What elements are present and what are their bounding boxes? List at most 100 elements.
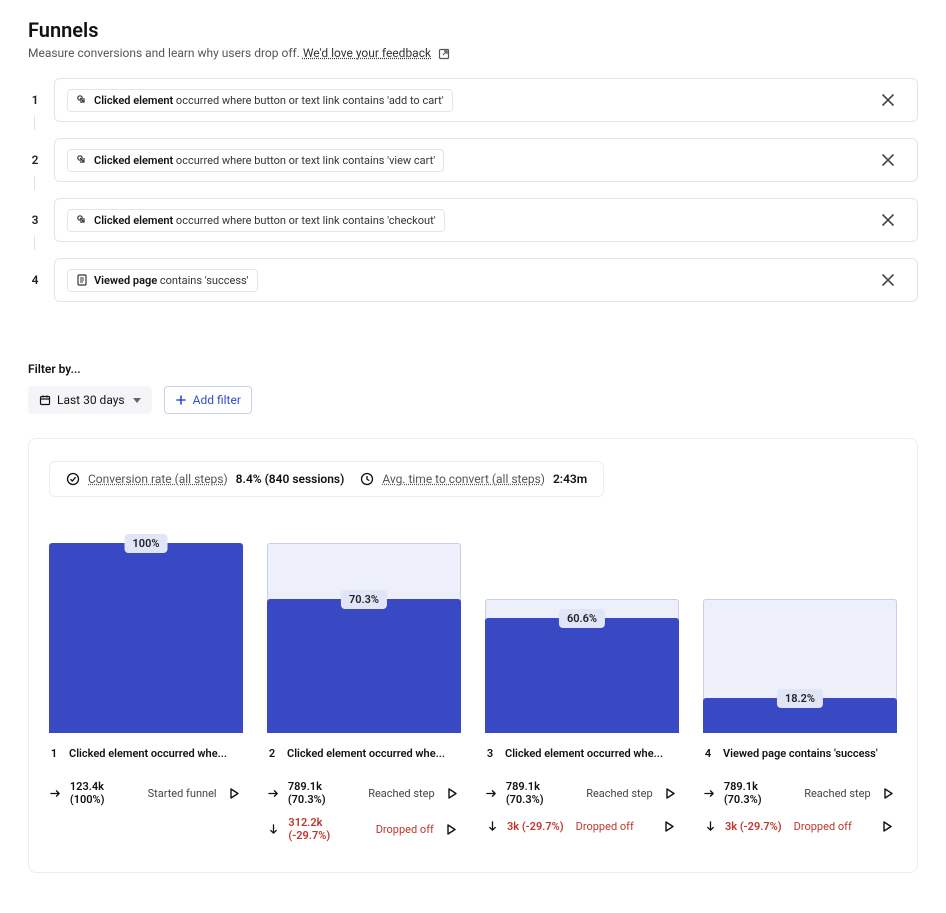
step-event-text: Clicked element occurred where button or… <box>94 214 436 227</box>
reached-label: Reached step <box>804 787 870 800</box>
arrow-right-icon <box>485 788 498 799</box>
step-connector <box>34 236 35 250</box>
bar-fill <box>485 618 679 733</box>
feedback-link[interactable]: We'd love your feedback <box>303 46 431 60</box>
bar-percent-badge: 60.6% <box>559 609 605 628</box>
date-range-label: Last 30 days <box>57 393 125 407</box>
chart-step-number: 1 <box>49 747 59 760</box>
click-icon <box>76 94 88 106</box>
play-sessions-button[interactable] <box>225 783 243 803</box>
caret-down-icon <box>133 398 141 403</box>
bar-area: 60.6% <box>485 543 679 733</box>
reached-value: 789.1k (70.3%) <box>506 780 574 806</box>
chart-step-column: 60.6% 3Clicked element occurred whe... 789… <box>485 543 679 842</box>
bar-area: 100% <box>49 543 243 733</box>
remove-step-button[interactable] <box>875 267 901 293</box>
arrow-right-icon <box>49 788 62 799</box>
play-sessions-button[interactable] <box>442 819 461 839</box>
close-icon <box>882 274 894 286</box>
step-event-text: Viewed page contains 'success' <box>94 274 249 287</box>
arrow-right-icon <box>703 788 716 799</box>
play-sessions-button[interactable] <box>659 816 679 836</box>
close-icon <box>882 94 894 106</box>
dropoff-metric-row: 3k (-29.7%)Dropped off <box>703 816 897 836</box>
click-icon <box>76 214 88 226</box>
funnel-steps-list: 1 Clicked element occurred where button o… <box>28 78 918 302</box>
close-icon <box>882 214 894 226</box>
step-event-chip[interactable]: Clicked element occurred where button or… <box>67 209 445 232</box>
conversion-rate-label: Conversion rate (all steps) <box>88 472 228 486</box>
subtitle-text: Measure conversions and learn why users … <box>28 46 300 60</box>
calendar-icon <box>39 394 51 406</box>
chart-step-label: Viewed page contains 'success' <box>723 747 878 760</box>
chart-step-label: Clicked element occurred whe... <box>505 747 663 760</box>
chart-step-column: 70.3% 2 Clicked element occurred whe... 789… <box>267 543 461 842</box>
funnel-step-card[interactable]: Viewed page contains 'success' <box>54 258 918 302</box>
arrow-right-icon <box>267 788 280 799</box>
play-sessions-button[interactable] <box>877 816 897 836</box>
play-icon <box>663 820 675 832</box>
step-event-chip[interactable]: Viewed page contains 'success' <box>67 269 258 292</box>
play-icon <box>228 787 240 799</box>
funnel-step-card[interactable]: Clicked element occurred where button or… <box>54 138 918 182</box>
avg-time-value: 2:43m <box>553 472 587 486</box>
reached-value: 789.1k (70.3%) <box>288 780 356 806</box>
chart-step-title: 3Clicked element occurred whe... <box>485 747 679 760</box>
page-subtitle: Measure conversions and learn why users … <box>28 46 918 60</box>
add-filter-button[interactable]: Add filter <box>164 386 252 414</box>
summary-stats: Conversion rate (all steps) 8.4% (840 se… <box>49 461 604 497</box>
chart-step-label: Clicked element occurred whe... <box>69 747 227 760</box>
close-icon <box>882 154 894 166</box>
funnel-chart: 100% 1 Clicked element occurred whe... 123.… <box>49 543 897 842</box>
step-number: 2 <box>28 153 42 167</box>
dropoff-metric-row: 3k (-29.7%)Dropped off <box>485 816 679 836</box>
play-icon <box>881 820 893 832</box>
chart-step-label: Clicked element occurred whe... <box>287 747 445 760</box>
chart-step-number: 4 <box>703 747 713 760</box>
bar-percent-badge: 18.2% <box>777 689 823 708</box>
chart-step-column: 100% 1 Clicked element occurred whe... 123.… <box>49 543 243 842</box>
arrow-down-icon <box>485 821 499 832</box>
dropoff-label: Dropped off <box>376 823 434 836</box>
step-number: 3 <box>28 213 42 227</box>
step-event-chip[interactable]: Clicked element occurred where button or… <box>67 149 444 172</box>
add-filter-label: Add filter <box>193 393 241 407</box>
reached-value: 123.4k (100%) <box>70 780 136 806</box>
external-link-icon <box>438 48 450 60</box>
check-circle-icon <box>66 472 80 486</box>
play-sessions-button[interactable] <box>879 783 897 803</box>
step-number: 1 <box>28 93 42 107</box>
step-event-text: Clicked element occurred where button or… <box>94 94 444 107</box>
remove-step-button[interactable] <box>875 147 901 173</box>
bar-area: 18.2% <box>703 543 897 733</box>
remove-step-button[interactable] <box>875 207 901 233</box>
dropoff-label: Dropped off <box>794 820 869 833</box>
play-sessions-button[interactable] <box>661 783 679 803</box>
step-event-chip[interactable]: Clicked element occurred where button or… <box>67 89 453 112</box>
arrow-down-icon <box>703 821 717 832</box>
bar-area: 70.3% <box>267 543 461 733</box>
date-range-button[interactable]: Last 30 days <box>28 386 152 414</box>
play-sessions-button[interactable] <box>443 783 461 803</box>
filter-label: Filter by... <box>28 362 918 376</box>
reached-label: Started funnel <box>148 787 217 800</box>
chart-step-title: 1 Clicked element occurred whe... <box>49 747 243 760</box>
play-icon <box>446 787 458 799</box>
funnel-step-card[interactable]: Clicked element occurred where button or… <box>54 78 918 122</box>
reached-metric-row: 789.1k (70.3%)Reached step <box>485 780 679 806</box>
chart-step-number: 2 <box>267 747 277 760</box>
reached-label: Reached step <box>368 787 434 800</box>
avg-time-label: Avg. time to convert (all steps) <box>382 472 545 486</box>
bar-percent-badge: 70.3% <box>341 590 387 609</box>
remove-step-button[interactable] <box>875 87 901 113</box>
step-connector <box>34 176 35 190</box>
step-connector <box>34 116 35 130</box>
bar-fill <box>267 599 461 733</box>
click-icon <box>76 154 88 166</box>
bar-fill <box>49 543 243 733</box>
reached-metric-row: 123.4k (100%) Started funnel <box>49 780 243 806</box>
page-icon <box>76 274 88 286</box>
dropoff-label: Dropped off <box>576 820 651 833</box>
reached-metric-row: 789.1k (70.3%) Reached step <box>267 780 461 806</box>
funnel-step-card[interactable]: Clicked element occurred where button or… <box>54 198 918 242</box>
